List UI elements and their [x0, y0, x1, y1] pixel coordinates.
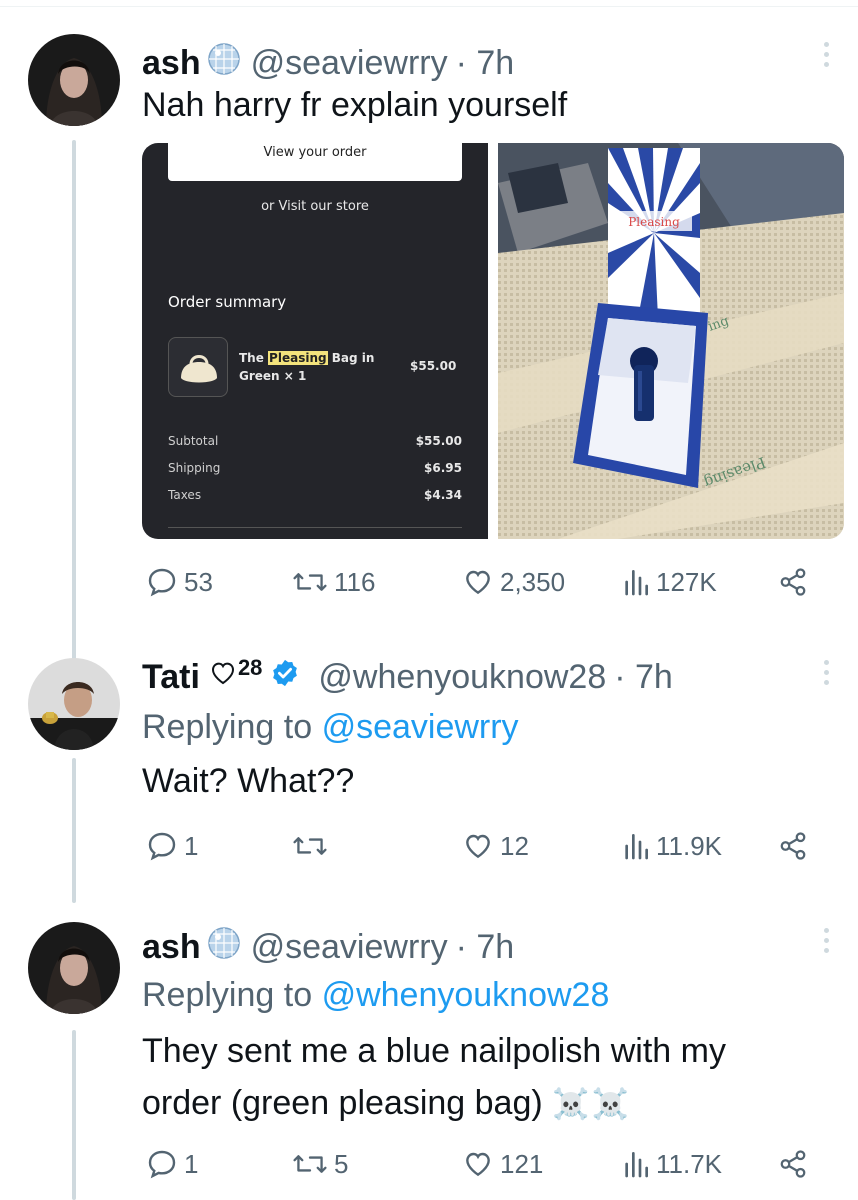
reply-button[interactable]: 1 [146, 1148, 198, 1180]
share-icon [778, 1148, 808, 1180]
like-icon [462, 830, 494, 862]
shipping-row: Shipping $6.95 [168, 461, 462, 475]
views-icon [622, 830, 650, 862]
display-name[interactable]: Tati [142, 658, 200, 697]
timestamp[interactable]: · 7h [456, 44, 515, 83]
like-button[interactable]: 121 [462, 1148, 543, 1180]
reply-icon [146, 1148, 178, 1180]
tweet-actions: 1 12 11.9K [142, 830, 822, 870]
like-icon [462, 1148, 494, 1180]
share-icon [778, 830, 808, 862]
views-button[interactable]: 11.9K [622, 830, 722, 862]
timestamp[interactable]: · 7h [456, 928, 515, 967]
handle[interactable]: @whenyouknow28 [318, 658, 606, 697]
receipt-divider [168, 527, 462, 528]
like-icon [462, 566, 494, 598]
tweet-actions: 1 5 121 11.7K [142, 1148, 822, 1188]
retweet-icon [292, 830, 328, 862]
name-suffix: 28 [237, 654, 263, 680]
avatar[interactable] [28, 922, 120, 1014]
avatar[interactable] [28, 658, 120, 750]
tweet-header: ash @seaviewrry · 7h [142, 926, 514, 969]
retweet-button[interactable] [292, 830, 334, 862]
reply-icon [146, 566, 178, 598]
taxes-row: Taxes $4.34 [168, 488, 462, 502]
reply-button[interactable]: 1 [146, 830, 198, 862]
thread-connector [72, 1030, 76, 1200]
order-summary-title: Order summary [168, 293, 287, 311]
tweet-text: Nah harry fr explain yourself [142, 86, 568, 124]
retweet-button[interactable]: 116 [292, 566, 375, 598]
views-button[interactable]: 127K [622, 566, 717, 598]
like-button[interactable]: 12 [462, 830, 529, 862]
retweet-icon [292, 566, 328, 598]
mention-link[interactable]: @whenyouknow28 [322, 976, 610, 1014]
more-icon[interactable] [818, 928, 834, 953]
retweet-icon [292, 1148, 328, 1180]
views-icon [622, 566, 650, 598]
like-button[interactable]: 2,350 [462, 566, 565, 598]
reply-button[interactable]: 53 [146, 566, 213, 598]
replying-to: Replying to @whenyouknow28 [142, 976, 610, 1014]
reply-icon [146, 830, 178, 862]
retweet-button[interactable]: 5 [292, 1148, 348, 1180]
views-button[interactable]: 11.7K [622, 1148, 722, 1180]
handle[interactable]: @seaviewrry [251, 44, 448, 83]
timestamp[interactable]: · 7h [614, 658, 673, 697]
more-icon[interactable] [818, 42, 834, 67]
tweet-text-line: order (green pleasing bag) ☠️☠️ [142, 1084, 631, 1122]
replying-to: Replying to @seaviewrry [142, 708, 519, 746]
subtotal-row: Subtotal $55.00 [168, 434, 462, 448]
mention-link[interactable]: @seaviewrry [322, 708, 519, 746]
thread-connector [72, 758, 76, 903]
tweet-header: Tati 28 @whenyouknow28 · 7h [142, 654, 673, 697]
tweet-actions: 53 116 2,350 127K [142, 566, 822, 606]
disco-ball-badge-icon [207, 42, 241, 85]
receipt-image[interactable]: View your order or Visit our store Order… [142, 143, 488, 539]
disco-ball-badge-icon [207, 926, 241, 969]
share-button[interactable] [778, 830, 808, 862]
tweet-text-line: They sent me a blue nailpolish with my [142, 1032, 726, 1070]
bag-thumbnail [168, 337, 228, 397]
visit-store-link: or Visit our store [261, 199, 369, 214]
views-icon [622, 1148, 650, 1180]
tweet-header: ash @seaviewrry · 7h [142, 42, 514, 85]
share-button[interactable] [778, 1148, 808, 1180]
skull-crossbones-icon: ☠️☠️ [552, 1087, 631, 1122]
share-icon [778, 566, 808, 598]
tweet-text: Wait? What?? [142, 762, 355, 800]
share-button[interactable] [778, 566, 808, 598]
product-photo[interactable]: Pleasing ing Pleasing [498, 143, 844, 539]
display-name[interactable]: ash [142, 928, 201, 967]
avatar[interactable] [28, 34, 120, 126]
verified-badge-icon [270, 658, 300, 697]
heart-outline-icon [208, 658, 238, 697]
box-brand-label: Pleasing [628, 215, 680, 229]
top-divider [0, 6, 858, 7]
view-order-button: View your order [168, 143, 462, 181]
thread-connector [72, 140, 76, 660]
item-price: $55.00 [410, 359, 457, 373]
more-icon[interactable] [818, 660, 834, 685]
display-name[interactable]: ash [142, 44, 201, 83]
handle[interactable]: @seaviewrry [251, 928, 448, 967]
order-item: The Pleasing Bag in Green × 1 [239, 351, 375, 383]
